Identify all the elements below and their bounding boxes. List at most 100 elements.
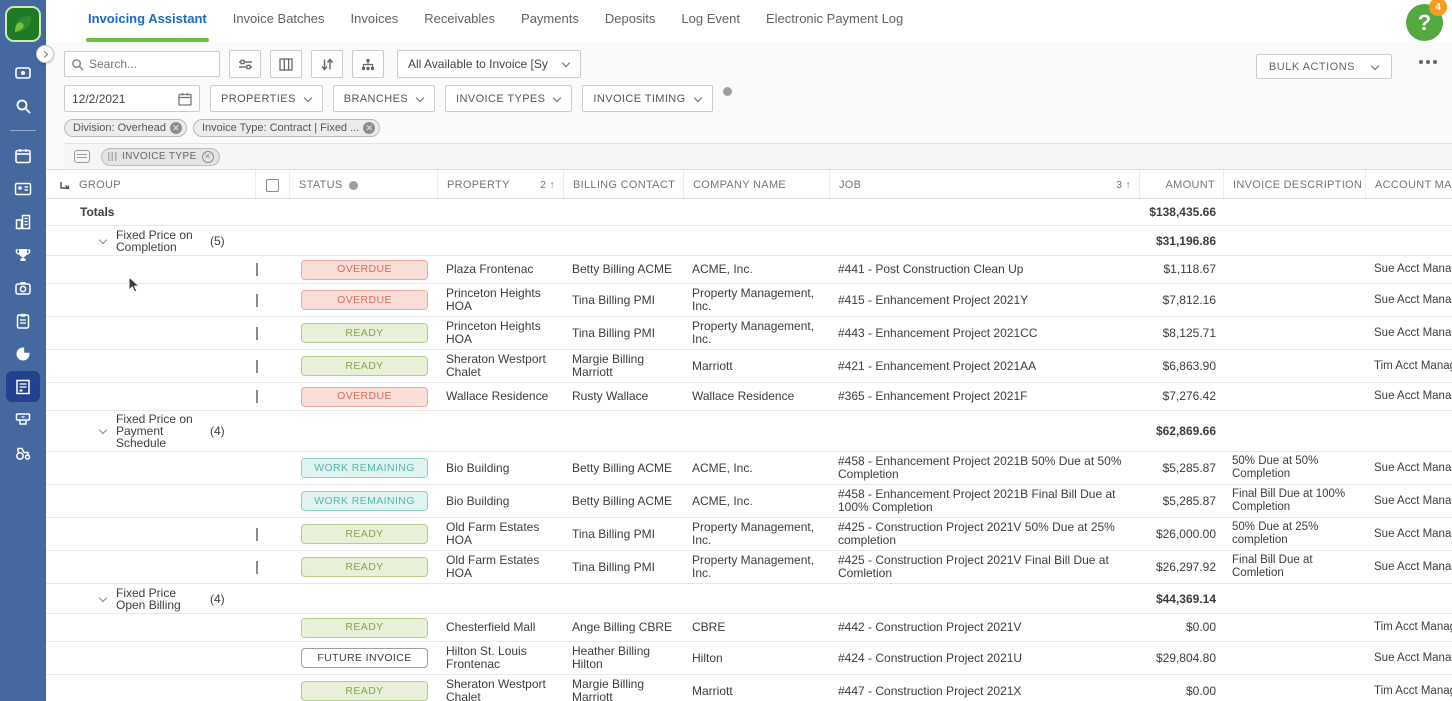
column-header-billing-contact[interactable]: BILLING CONTACT xyxy=(564,170,684,200)
group-hierarchy-button[interactable] xyxy=(352,50,384,78)
group-panel-icon[interactable] xyxy=(74,150,90,163)
tab-electronic-payment-log[interactable]: Electronic Payment Log xyxy=(764,0,905,42)
column-header-group[interactable]: GROUP xyxy=(70,170,256,200)
invoice-row[interactable]: READY Old Farm Estates HOA Tina Billing … xyxy=(46,518,1452,551)
sidebar-item-properties[interactable] xyxy=(0,205,46,238)
cell-property[interactable]: Old Farm Estates HOA xyxy=(438,518,564,550)
status-badge[interactable]: WORK REMAINING xyxy=(301,491,428,511)
search-box[interactable] xyxy=(64,51,220,77)
branches-filter-dropdown[interactable]: BRANCHES xyxy=(332,85,436,112)
cell-job[interactable]: #425 - Construction Project 2021V 50% Du… xyxy=(830,518,1140,550)
drag-handle-icon[interactable] xyxy=(108,152,117,161)
cell-job[interactable]: #365 - Enhancement Project 2021F xyxy=(830,387,1140,406)
sidebar-item-work-tickets[interactable] xyxy=(0,304,46,337)
cell-property[interactable]: Chesterfield Mall xyxy=(438,618,564,637)
sidebar-item-opportunities[interactable] xyxy=(0,238,46,271)
column-chooser-button[interactable] xyxy=(270,50,302,78)
cell-property[interactable]: Bio Building xyxy=(438,492,564,511)
status-badge[interactable]: READY xyxy=(301,524,428,544)
invoice-row[interactable]: READY Old Farm Estates HOA Tina Billing … xyxy=(46,551,1452,584)
invoice-date-field[interactable] xyxy=(64,85,200,112)
remove-filter-icon[interactable]: ✕ xyxy=(363,122,376,134)
sort-button[interactable] xyxy=(311,50,343,78)
sidebar-item-site-audit[interactable] xyxy=(0,271,46,304)
filter-settings-button[interactable] xyxy=(229,50,261,78)
column-header-amount[interactable]: AMOUNT xyxy=(1140,170,1224,200)
cell-job[interactable]: #458 - Enhancement Project 2021B 50% Due… xyxy=(830,452,1140,484)
status-badge[interactable]: READY xyxy=(301,557,428,577)
cell-property[interactable]: Sheraton Westport Chalet xyxy=(438,350,564,382)
sidebar-item-schedule[interactable] xyxy=(0,139,46,172)
sidebar-expand-button[interactable] xyxy=(36,45,54,63)
invoice-row[interactable]: OVERDUE Wallace Residence Rusty Wallace … xyxy=(46,383,1452,411)
row-checkbox[interactable] xyxy=(256,293,258,307)
invoice-row[interactable]: OVERDUE Plaza Frontenac Betty Billing AC… xyxy=(46,256,1452,284)
cell-property[interactable]: Hilton St. Louis Frontenac xyxy=(438,642,564,674)
invoice-types-filter-dropdown[interactable]: INVOICE TYPES xyxy=(445,85,573,112)
cell-job[interactable]: #442 - Construction Project 2021V xyxy=(830,618,1140,637)
sidebar-item-equipment[interactable] xyxy=(0,436,46,469)
date-input[interactable] xyxy=(72,91,162,106)
tab-invoicing-assistant[interactable]: Invoicing Assistant xyxy=(86,0,209,42)
status-info-icon[interactable] xyxy=(348,180,358,190)
sidebar-item-reports[interactable] xyxy=(0,337,46,370)
cell-property[interactable]: Wallace Residence xyxy=(438,387,564,406)
row-checkbox[interactable] xyxy=(256,527,258,541)
column-header-property[interactable]: PROPERTY 2 ↑ xyxy=(438,170,564,200)
cell-property[interactable]: Princeton Heights HOA xyxy=(438,284,564,316)
bulk-actions-dropdown[interactable]: BULK ACTIONS xyxy=(1255,54,1392,79)
invoice-row[interactable]: OVERDUE Princeton Heights HOA Tina Billi… xyxy=(46,284,1452,317)
cell-property[interactable]: Plaza Frontenac xyxy=(438,260,564,279)
group-collapse-chevron-icon[interactable] xyxy=(99,427,107,435)
invoice-row[interactable]: WORK REMAINING Bio Building Betty Billin… xyxy=(46,452,1452,485)
invoice-row[interactable]: WORK REMAINING Bio Building Betty Billin… xyxy=(46,485,1452,518)
tab-invoices[interactable]: Invoices xyxy=(349,0,401,42)
cell-job[interactable]: #425 - Construction Project 2021V Final … xyxy=(830,551,1140,583)
status-badge[interactable]: OVERDUE xyxy=(301,290,428,310)
collapse-all-header[interactable] xyxy=(46,170,70,200)
tab-receivables[interactable]: Receivables xyxy=(422,0,497,42)
status-badge[interactable]: OVERDUE xyxy=(301,259,428,280)
group-by-chip-invoice-type[interactable]: INVOICE TYPE ✕ xyxy=(101,147,220,166)
column-header-status[interactable]: STATUS xyxy=(290,170,438,200)
select-all-checkbox[interactable] xyxy=(266,178,279,192)
cell-job[interactable]: #458 - Enhancement Project 2021B Final B… xyxy=(830,485,1140,517)
column-header-account-manager[interactable]: ACCOUNT MANAGER xyxy=(1366,170,1452,200)
cell-job[interactable]: #421 - Enhancement Project 2021AA xyxy=(830,357,1140,376)
tab-deposits[interactable]: Deposits xyxy=(603,0,658,42)
status-badge[interactable]: OVERDUE xyxy=(301,386,428,407)
properties-filter-dropdown[interactable]: PROPERTIES xyxy=(210,85,323,112)
status-badge[interactable]: READY xyxy=(301,323,428,343)
aspire-leaf-logo[interactable] xyxy=(5,6,41,42)
status-badge[interactable]: READY xyxy=(301,617,428,638)
group-collapse-chevron-icon[interactable] xyxy=(99,237,107,245)
invoice-row[interactable]: READY Princeton Heights HOA Tina Billing… xyxy=(46,317,1452,350)
cell-job[interactable]: #415 - Enhancement Project 2021Y xyxy=(830,291,1140,310)
group-collapse-chevron-icon[interactable] xyxy=(99,595,107,603)
status-badge[interactable]: WORK REMAINING xyxy=(301,458,428,478)
cell-job[interactable]: #424 - Construction Project 2021U xyxy=(830,649,1140,668)
column-header-invoice-description[interactable]: INVOICE DESCRIPTION xyxy=(1224,170,1366,200)
sidebar-item-search[interactable] xyxy=(0,89,46,122)
cell-job[interactable]: #441 - Post Construction Clean Up xyxy=(830,260,1140,279)
filter-chip-division[interactable]: Division: Overhead ✕ xyxy=(64,119,187,137)
row-checkbox[interactable] xyxy=(256,326,258,340)
status-badge[interactable]: READY xyxy=(301,356,428,376)
select-all-header[interactable] xyxy=(256,170,290,200)
tab-payments[interactable]: Payments xyxy=(519,0,581,42)
cell-property[interactable]: Bio Building xyxy=(438,459,564,478)
help-button[interactable]: ? 4 xyxy=(1406,0,1447,41)
invoice-row[interactable]: READY Sheraton Westport Chalet Margie Bi… xyxy=(46,675,1452,701)
view-selector-dropdown[interactable]: All Available to Invoice [Sy xyxy=(397,50,581,78)
cell-property[interactable]: Sheraton Westport Chalet xyxy=(438,675,564,701)
tab-log-event[interactable]: Log Event xyxy=(679,0,742,42)
row-checkbox[interactable] xyxy=(256,359,258,373)
sidebar-item-contacts[interactable] xyxy=(0,172,46,205)
cell-job[interactable]: #443 - Enhancement Project 2021CC xyxy=(830,324,1140,343)
invoice-row[interactable]: READY Sheraton Westport Chalet Margie Bi… xyxy=(46,350,1452,383)
row-checkbox[interactable] xyxy=(256,263,258,276)
cell-property[interactable]: Princeton Heights HOA xyxy=(438,317,564,349)
cell-property[interactable]: Old Farm Estates HOA xyxy=(438,551,564,583)
remove-group-icon[interactable]: ✕ xyxy=(201,150,214,163)
row-checkbox[interactable] xyxy=(256,390,258,403)
